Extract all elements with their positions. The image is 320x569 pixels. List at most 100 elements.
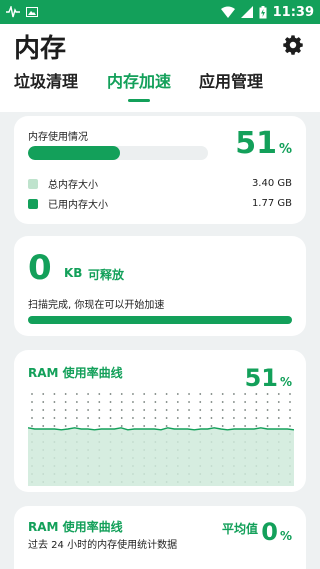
chart-grid-dot [143, 401, 146, 403]
chart-grid-dot [221, 425, 224, 427]
chart-grid-dot [255, 401, 258, 403]
chart-grid-dot [188, 425, 190, 427]
chart-grid-dot [109, 425, 112, 427]
chart-grid-dot [87, 401, 89, 403]
chart-grid-dot [98, 393, 101, 395]
chart-grid-dot [31, 425, 33, 427]
chart-grid-dot [132, 401, 134, 403]
average-value-number: 0 [261, 518, 278, 546]
tab-label: 垃圾清理 [14, 72, 79, 91]
chart-grid-dot [277, 393, 280, 395]
tab-junk-clean[interactable]: 垃圾清理 [14, 70, 78, 102]
chart-grid-dot [255, 393, 258, 395]
gear-icon[interactable] [282, 34, 304, 56]
chart-grid-dot [120, 401, 123, 403]
image-icon [26, 7, 38, 17]
chart-grid-dot [109, 417, 112, 419]
tab-app-manager[interactable]: 应用管理 [199, 70, 263, 102]
chart-grid-dot [132, 393, 134, 395]
chart-grid-dot [165, 417, 168, 419]
ram-percent-unit: % [279, 375, 292, 389]
chart-grid-dot [42, 425, 45, 427]
chart-grid-dot [120, 409, 123, 411]
average-label: 平均值 [222, 522, 259, 536]
chart-grid-dot [277, 401, 280, 403]
memory-usage-label: 内存使用情况 [28, 132, 88, 143]
ram-average-subtitle: 过去 24 小时的内存使用统计数据 [28, 540, 178, 551]
chart-grid-dot [244, 393, 247, 395]
chart-grid-dot [266, 417, 269, 419]
ram-usage-line [28, 427, 294, 431]
chart-grid-dot [154, 417, 157, 419]
chart-grid-dot [210, 393, 213, 395]
ram-curve-title: RAM 使用率曲线 [28, 366, 123, 380]
chart-grid-dot [188, 401, 190, 403]
chart-grid-dot [53, 401, 56, 403]
chart-grid-dot [143, 417, 146, 419]
chart-grid-dot [266, 425, 269, 427]
chart-grid-dot [87, 425, 89, 427]
chart-grid-dot [221, 393, 224, 395]
total-memory-swatch [28, 178, 38, 189]
active-tab-indicator [128, 99, 150, 102]
memory-usage-card: 内存使用情况 51% 总内存大小 3.40 GB 已用内存大小 1.77 GB [14, 116, 306, 224]
chart-grid-dot [42, 409, 45, 411]
chart-grid-dot [87, 417, 89, 419]
average-value: 0% [261, 518, 292, 546]
chart-grid-dot [244, 417, 247, 419]
chart-grid-dot [154, 401, 157, 403]
chart-grid-dot [277, 409, 280, 411]
ram-usage-chart [28, 393, 294, 486]
chart-grid-dot [120, 417, 123, 419]
chart-grid-dot [31, 393, 33, 395]
chart-grid-dot [266, 401, 269, 403]
chart-grid-dot [75, 393, 78, 395]
ram-percent-value: 51 [244, 364, 278, 392]
chart-grid-dot [289, 409, 291, 411]
chart-grid-dot [53, 393, 56, 395]
chart-grid-dot [64, 409, 67, 411]
used-memory-row: 已用内存大小 1.77 GB [28, 196, 292, 211]
chart-grid-dot [143, 425, 146, 427]
chart-grid-dot [210, 409, 213, 411]
chart-grid-dot [98, 425, 101, 427]
chart-grid-dot [64, 393, 67, 395]
chart-grid-dot [233, 401, 235, 403]
chart-grid-dot [120, 425, 123, 427]
chart-grid-dot [188, 417, 190, 419]
chart-grid-dot [75, 417, 78, 419]
chart-grid-dot [98, 409, 101, 411]
chart-grid-dot [165, 401, 168, 403]
chart-grid-dot [53, 425, 56, 427]
chart-grid-dot [109, 409, 112, 411]
memory-percent: 51% [235, 126, 292, 161]
chart-grid-dot [120, 393, 123, 395]
chart-grid-dot [255, 425, 258, 427]
used-memory-value: 1.77 GB [251, 198, 292, 209]
scan-status-text: 扫描完成, 你现在可以开始加速 [28, 300, 165, 311]
chart-grid-dot [42, 393, 45, 395]
chart-grid-dot [132, 417, 134, 419]
chart-grid-dot [255, 409, 258, 411]
chart-grid-dot [31, 409, 33, 411]
tab-memory-boost[interactable]: 内存加速 [107, 70, 171, 102]
ram-average-title: RAM 使用率曲线 [28, 520, 123, 534]
page-title: 内存 [14, 34, 67, 64]
chart-grid-dot [233, 425, 235, 427]
chart-grid-dot [199, 425, 202, 427]
chart-grid-dot [289, 425, 291, 427]
total-memory-row: 总内存大小 3.40 GB [28, 176, 292, 191]
pulse-icon [6, 6, 20, 18]
chart-grid-dot [154, 425, 157, 427]
chart-grid-dot [199, 393, 202, 395]
chart-grid-dot [75, 401, 78, 403]
chart-grid-dot [277, 425, 280, 427]
status-time: 11:39 [272, 4, 314, 20]
chart-grid-dot [176, 425, 179, 427]
tab-label: 应用管理 [199, 72, 264, 91]
used-memory-swatch [28, 198, 38, 209]
chart-grid-dot [176, 393, 179, 395]
memory-usage-fill [28, 146, 120, 160]
chart-grid-dot [53, 409, 56, 411]
memory-percent-unit: % [278, 142, 292, 157]
